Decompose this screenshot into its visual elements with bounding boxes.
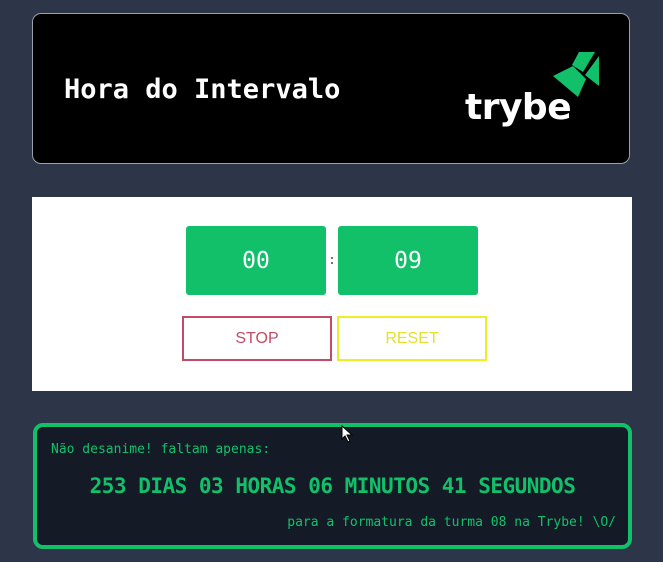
stop-button[interactable]: STOP (182, 316, 332, 361)
trybe-logo: trybe (465, 52, 605, 132)
logo-text: trybe (465, 87, 572, 128)
header-card: Hora do Intervalo trybe (32, 13, 630, 164)
mouse-pointer-icon (341, 425, 354, 443)
minutes-display: 00 (186, 226, 326, 295)
graduation-countdown: Não desanime! faltam apenas: 253 DIAS 03… (33, 423, 632, 549)
time-separator: : (328, 253, 336, 268)
page-title: Hora do Intervalo (64, 74, 341, 105)
countdown-value: 253 DIAS 03 HORAS 06 MINUTOS 41 SEGUNDOS (89, 474, 576, 498)
countdown-intro: Não desanime! faltam apenas: (51, 442, 271, 457)
countdown-outro: para a formatura da turma 08 na Trybe! \… (287, 515, 616, 530)
timer-panel: 00 : 09 STOP RESET (32, 197, 632, 391)
reset-button[interactable]: RESET (337, 316, 487, 361)
seconds-display: 09 (338, 226, 478, 295)
